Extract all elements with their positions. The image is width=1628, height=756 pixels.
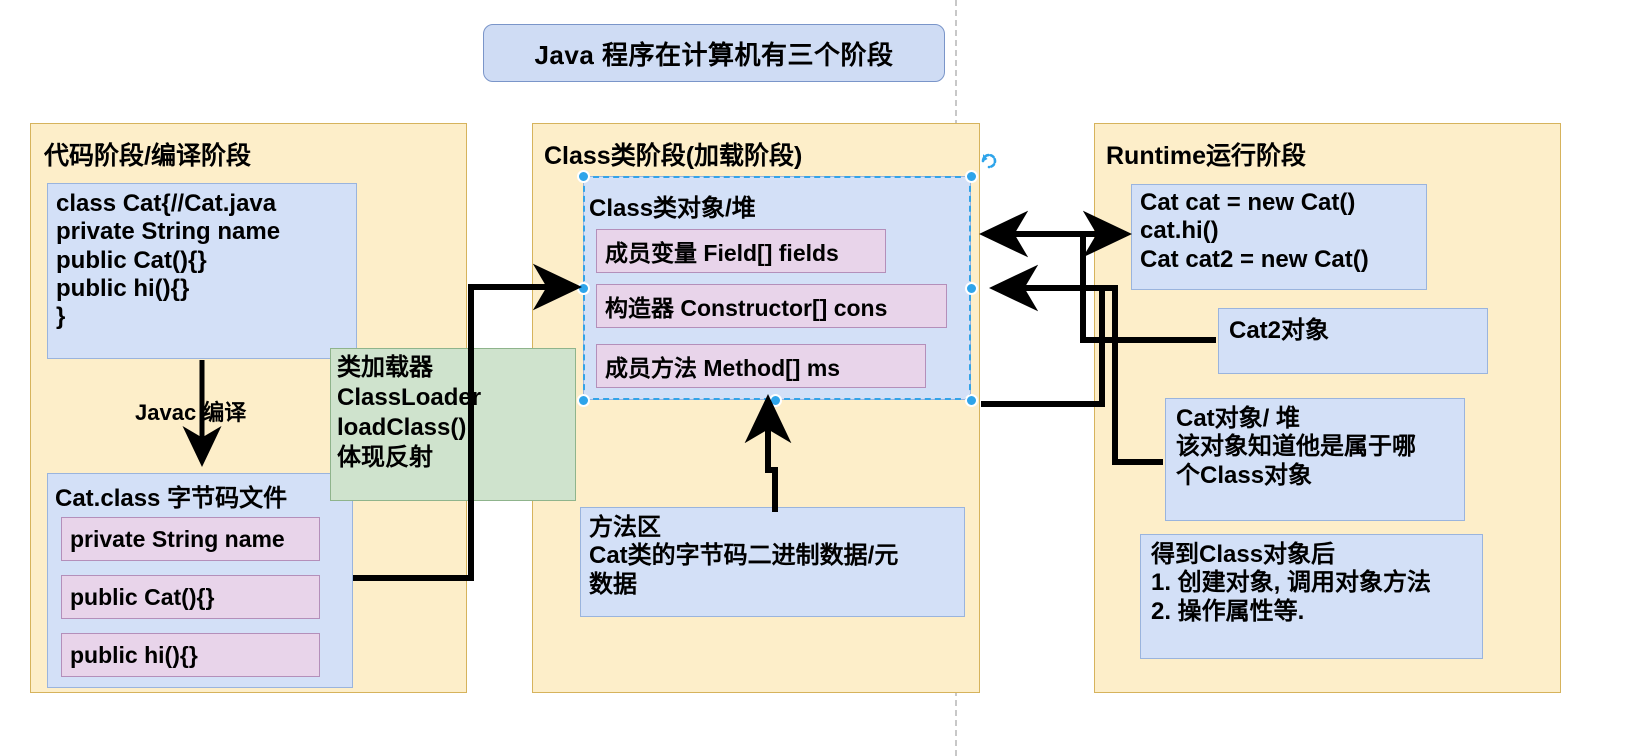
diagram-canvas: Java 程序在计算机有三个阶段 代码阶段/编译阶段 class Cat{//C… [0, 0, 1628, 756]
arrow-methodarea-to-classobject [744, 393, 792, 512]
arrow-classobject-bottom-link [1006, 290, 1105, 407]
arrow-classfile-to-classobject [353, 263, 583, 581]
connector-arrows [182, 210, 1216, 581]
arrow-catobject-trunk [1112, 291, 1163, 465]
